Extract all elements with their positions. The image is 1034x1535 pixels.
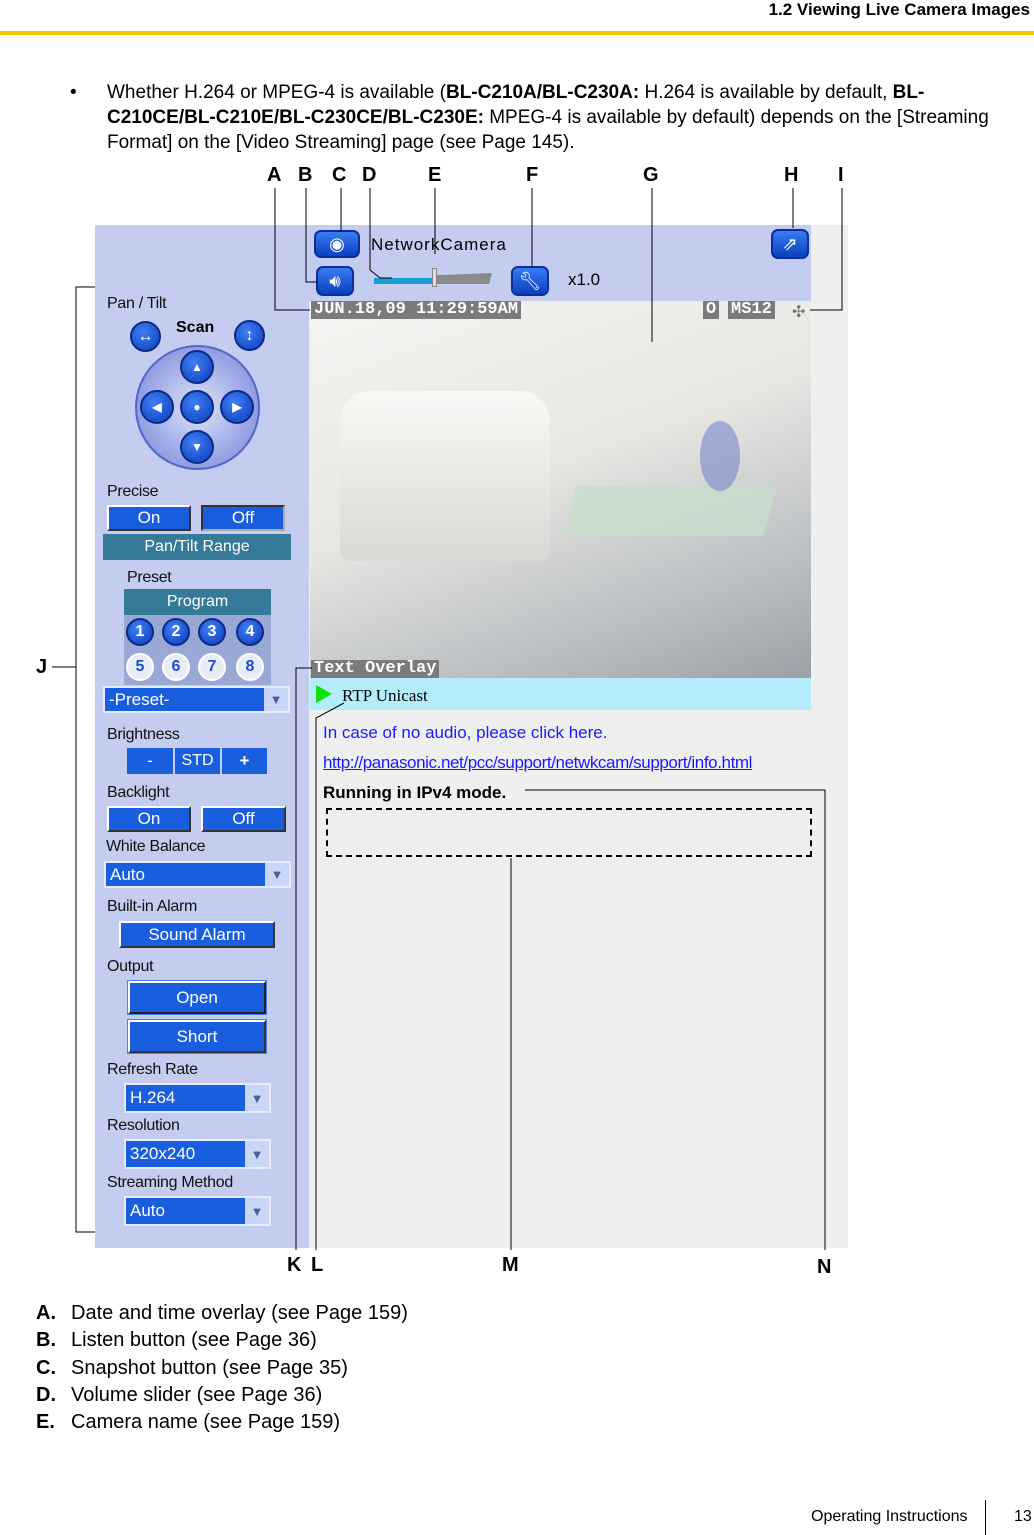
callout-h: H [784,164,799,186]
legend-item: B. Listen button (see Page 36) [36,1329,317,1352]
footer-divider [985,1500,986,1535]
legend-item: A. Date and time overlay (see Page 159) [36,1302,408,1325]
callout-b: B [298,164,313,186]
footer-doc-title: Operating Instructions [811,1508,968,1525]
callout-g: G [643,164,659,186]
callout-e: E [428,164,442,186]
callout-l: L [311,1254,324,1276]
callout-k: K [287,1254,302,1276]
callout-a: A [267,164,282,186]
legend-item: C. Snapshot button (see Page 35) [36,1357,348,1380]
legend-item: E. Camera name (see Page 159) [36,1411,340,1434]
legend-item: D. Volume slider (see Page 36) [36,1384,322,1407]
callout-n: N [817,1256,832,1278]
legend-letter: D. [36,1384,56,1406]
callout-m: M [502,1254,519,1276]
callout-c: C [332,164,347,186]
legend-text: Snapshot button (see Page 35) [71,1357,348,1379]
legend-letter: C. [36,1357,56,1379]
callout-d: D [362,164,377,186]
callout-f: F [526,164,539,186]
callout-j: J [36,656,48,678]
legend-text: Volume slider (see Page 36) [71,1384,323,1406]
legend-text: Camera name (see Page 159) [71,1411,341,1433]
legend-letter: B. [36,1329,56,1351]
legend-text: Date and time overlay (see Page 159) [71,1302,408,1324]
legend-letter: A. [36,1302,56,1324]
page-number: 13 [1014,1508,1032,1525]
legend-letter: E. [36,1411,55,1433]
legend-text: Listen button (see Page 36) [71,1329,317,1351]
callout-i: I [838,164,844,186]
